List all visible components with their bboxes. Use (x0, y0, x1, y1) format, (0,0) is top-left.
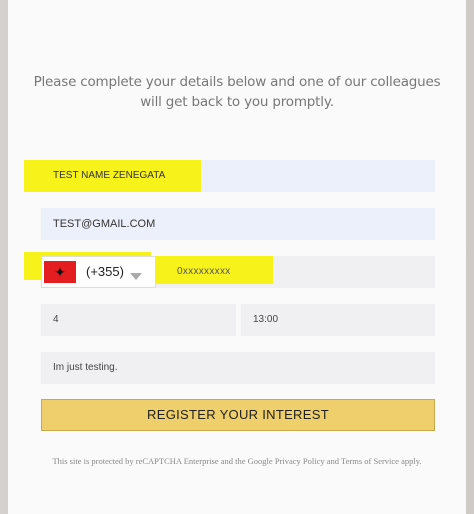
name-field[interactable]: TEST NAME ZENEGATA (24, 160, 435, 192)
intro-line-1: Please complete your details below and o… (33, 74, 441, 90)
name-value: TEST NAME ZENEGATA (53, 170, 166, 181)
albania-flag-icon: ✦ (44, 261, 76, 283)
legal-and: and (324, 456, 342, 466)
privacy-policy-link[interactable]: Privacy Policy (275, 456, 325, 466)
guests-value: 4 (53, 314, 59, 325)
phone-field-group: ✦ (+355) 0xxxxxxxxx (24, 252, 435, 288)
register-interest-button[interactable]: REGISTER YOUR INTEREST (41, 399, 435, 431)
dial-code: (+355) (86, 264, 124, 279)
email-value: TEST@GMAIL.COM (53, 218, 156, 230)
registration-card: Please complete your details below and o… (8, 0, 466, 514)
recaptcha-notice: This site is protected by reCAPTCHA Ente… (28, 456, 446, 466)
time-value: 13:00 (253, 314, 279, 325)
intro-text: Please complete your details below and o… (33, 72, 441, 112)
time-field[interactable]: 13:00 (241, 304, 435, 336)
message-field[interactable]: Im just testing. (41, 352, 435, 384)
email-field[interactable]: TEST@GMAIL.COM (41, 208, 435, 240)
legal-prefix: This site is protected by reCAPTCHA Ente… (52, 456, 275, 466)
message-value: Im just testing. (53, 362, 118, 373)
phone-number-value[interactable]: 0xxxxxxxxx (177, 256, 231, 288)
chevron-down-icon (130, 273, 142, 280)
legal-suffix: apply. (398, 456, 422, 466)
country-code-select[interactable]: ✦ (+355) (41, 256, 156, 288)
intro-line-2: will get back to you promptly. (140, 94, 334, 110)
guests-field[interactable]: 4 (41, 304, 236, 336)
terms-of-service-link[interactable]: Terms of Service (341, 456, 399, 466)
